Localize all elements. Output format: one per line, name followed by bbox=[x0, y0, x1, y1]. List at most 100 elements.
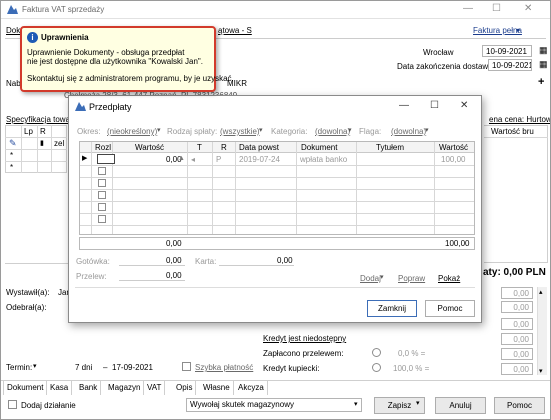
card-label: Karta: bbox=[195, 257, 217, 266]
add-prepayment-link[interactable]: Dodaj bbox=[360, 274, 381, 283]
price-type-link[interactable]: ena cena: Hurtowa bbox=[489, 115, 550, 124]
card-value[interactable]: 0,00 bbox=[277, 256, 293, 265]
col-wartosc2-header[interactable]: Wartość bbox=[439, 143, 468, 152]
branch-link[interactable]: ątowa - S bbox=[218, 26, 252, 35]
credit-unavailable-link[interactable]: Kredyt jest niedostępny bbox=[263, 334, 346, 343]
term-dropdown-icon[interactable]: ▾ bbox=[33, 362, 37, 370]
edit-pencil-icon[interactable]: ✎ bbox=[9, 138, 17, 149]
warehouse-dropdown-icon[interactable]: ▾ bbox=[354, 400, 358, 408]
empty-row-checkbox[interactable] bbox=[98, 167, 106, 175]
filter-kategoria-value[interactable]: (dowolna) bbox=[315, 127, 350, 136]
tab-akcyza[interactable]: Akcyza bbox=[235, 381, 268, 395]
calendar-icon[interactable]: ▦ bbox=[539, 45, 548, 56]
minimize-icon[interactable]: — bbox=[463, 3, 473, 14]
cancel-button[interactable]: Anuluj bbox=[435, 397, 486, 414]
col-value-gross-header: Wartość bru bbox=[491, 127, 534, 136]
total-label: aty: 0,00 PLN bbox=[483, 267, 546, 278]
invoice-window-title: Faktura VAT sprzedaży bbox=[22, 5, 105, 14]
col-data-powst-header[interactable]: Data powst bbox=[239, 143, 279, 152]
delivery-calendar-icon[interactable]: ▦ bbox=[539, 59, 548, 70]
save-dropdown-icon[interactable]: ▾ bbox=[416, 399, 420, 407]
paid-transfer-label: Zapłacono przelewem: bbox=[263, 349, 344, 358]
col-lp-header: Lp bbox=[24, 127, 33, 136]
tab-kasa[interactable]: Kasa bbox=[47, 381, 73, 395]
empty-row-checkbox[interactable] bbox=[98, 215, 106, 223]
filter-rodzaj-value[interactable]: (wszystkie) bbox=[220, 127, 260, 136]
row-rozl-checkbox[interactable] bbox=[97, 154, 115, 164]
prepayments-title-bar: Przedpłaty — ☐ ✕ bbox=[69, 96, 481, 118]
filter-rodzaj-label: Rodzaj spłaty: bbox=[167, 127, 218, 136]
filter-flaga-dropdown-icon[interactable]: ▾ bbox=[425, 126, 429, 134]
help-button[interactable]: Pomoc bbox=[494, 397, 545, 414]
row-value2: 100,00 bbox=[441, 155, 466, 164]
amount-field-3: 0,00 bbox=[501, 318, 533, 330]
warehouse-effect-select[interactable]: Wywołaj skutek magazynowy bbox=[186, 398, 362, 412]
row-r: P bbox=[216, 155, 222, 164]
tab-magazyn[interactable]: Magazyn bbox=[105, 381, 145, 395]
filter-rodzaj-dropdown-icon[interactable]: ▾ bbox=[259, 126, 263, 134]
merchant-credit-radio[interactable] bbox=[372, 363, 381, 372]
tooltip-line-2: nie jest dostępne dla użytkownika "Kowal… bbox=[27, 57, 203, 66]
add-dropdown-icon[interactable]: ▾ bbox=[380, 273, 384, 281]
dialog-maximize-icon[interactable]: ☐ bbox=[430, 100, 439, 111]
amount-scrollbar[interactable] bbox=[537, 287, 547, 375]
dialog-close-icon[interactable]: ✕ bbox=[460, 100, 468, 111]
close-icon[interactable]: ✕ bbox=[524, 3, 532, 14]
warehouse-effect-value: Wywołaj skutek magazynowy bbox=[190, 400, 294, 409]
col-dokument-header[interactable]: Dokument bbox=[301, 143, 337, 152]
scroll-up-icon[interactable]: ▴ bbox=[539, 288, 543, 296]
term-separator: – bbox=[103, 363, 108, 372]
empty-row-checkbox[interactable] bbox=[98, 179, 106, 187]
invoice-kind-link[interactable]: Faktura pełna bbox=[473, 26, 522, 35]
col-tytulem-header[interactable]: Tytułem bbox=[376, 143, 404, 152]
row-t-icon: ◂ bbox=[191, 155, 196, 164]
prepayments-title: Przedpłaty bbox=[89, 102, 132, 112]
show-prepayment-link[interactable]: Pokaż bbox=[438, 274, 460, 283]
filter-okres-dropdown-icon[interactable]: ▾ bbox=[157, 126, 161, 134]
dialog-logo-icon bbox=[75, 102, 86, 111]
scroll-down-icon[interactable]: ▾ bbox=[539, 367, 543, 375]
fast-pay-checkbox[interactable] bbox=[182, 362, 191, 371]
col-rozl-header[interactable]: Rozl bbox=[95, 143, 111, 152]
delivery-date-field[interactable]: 10-09-2021 bbox=[488, 59, 532, 71]
tab-opis[interactable]: Opis bbox=[173, 381, 197, 395]
filter-flaga-value[interactable]: (dowolna) bbox=[391, 127, 426, 136]
fix-prepayment-link[interactable]: Popraw bbox=[398, 274, 425, 283]
invoice-kind-dropdown-icon[interactable]: ▾ bbox=[516, 26, 520, 35]
tab-vat[interactable]: VAT bbox=[144, 381, 166, 395]
new-row-star-2: * bbox=[10, 163, 14, 172]
amount-field-4: 0,00 bbox=[501, 333, 533, 345]
spec-label: Specyfikacja towar bbox=[6, 115, 73, 124]
term-date[interactable]: 17-09-2021 bbox=[112, 363, 153, 372]
close-dialog-button[interactable]: Zamknij bbox=[367, 300, 417, 317]
col-r-header: R bbox=[40, 127, 46, 136]
fast-pay-label[interactable]: Szybka płatność bbox=[195, 363, 253, 372]
add-action-label[interactable]: Dodaj działanie bbox=[21, 401, 76, 410]
issue-date-field[interactable]: 10-09-2021 bbox=[482, 45, 532, 57]
row-doc: wpłata banko bbox=[300, 155, 348, 164]
tab-bank[interactable]: Bank bbox=[76, 381, 102, 395]
cash-value[interactable]: 0,00 bbox=[166, 256, 182, 265]
filter-okres-value[interactable]: (nieokreślony) bbox=[107, 127, 157, 136]
col-r-header-dialog[interactable]: R bbox=[221, 143, 227, 152]
close-dialog-label: Zamknij bbox=[377, 304, 406, 313]
tab-wlasne[interactable]: Własne bbox=[200, 381, 234, 395]
row-value-spinner-icon[interactable]: ▲ bbox=[178, 155, 185, 162]
empty-row-checkbox[interactable] bbox=[98, 191, 106, 199]
add-buyer-plus-icon[interactable]: + bbox=[538, 76, 544, 88]
empty-row-checkbox[interactable] bbox=[98, 203, 106, 211]
prepayments-dialog: Przedpłaty — ☐ ✕ Okres: (nieokreślony) ▾… bbox=[68, 95, 482, 323]
transfer-value[interactable]: 0,00 bbox=[166, 271, 182, 280]
tab-dokument[interactable]: Dokument bbox=[3, 381, 48, 395]
info-icon: i bbox=[27, 32, 38, 43]
paid-transfer-radio[interactable] bbox=[372, 348, 381, 357]
dialog-help-button[interactable]: Pomoc bbox=[425, 300, 475, 317]
dialog-minimize-icon[interactable]: — bbox=[399, 100, 409, 111]
col-t-header[interactable]: T bbox=[197, 143, 202, 152]
filter-kategoria-dropdown-icon[interactable]: ▾ bbox=[348, 126, 352, 134]
permission-tooltip: i Uprawnienia Uprawnienie Dokumenty - ob… bbox=[20, 26, 234, 92]
add-action-checkbox[interactable] bbox=[8, 400, 17, 409]
col-wartosc-header[interactable]: Wartość bbox=[135, 143, 164, 152]
term-days[interactable]: 7 dni bbox=[75, 363, 92, 372]
maximize-icon[interactable]: ☐ bbox=[492, 3, 501, 14]
